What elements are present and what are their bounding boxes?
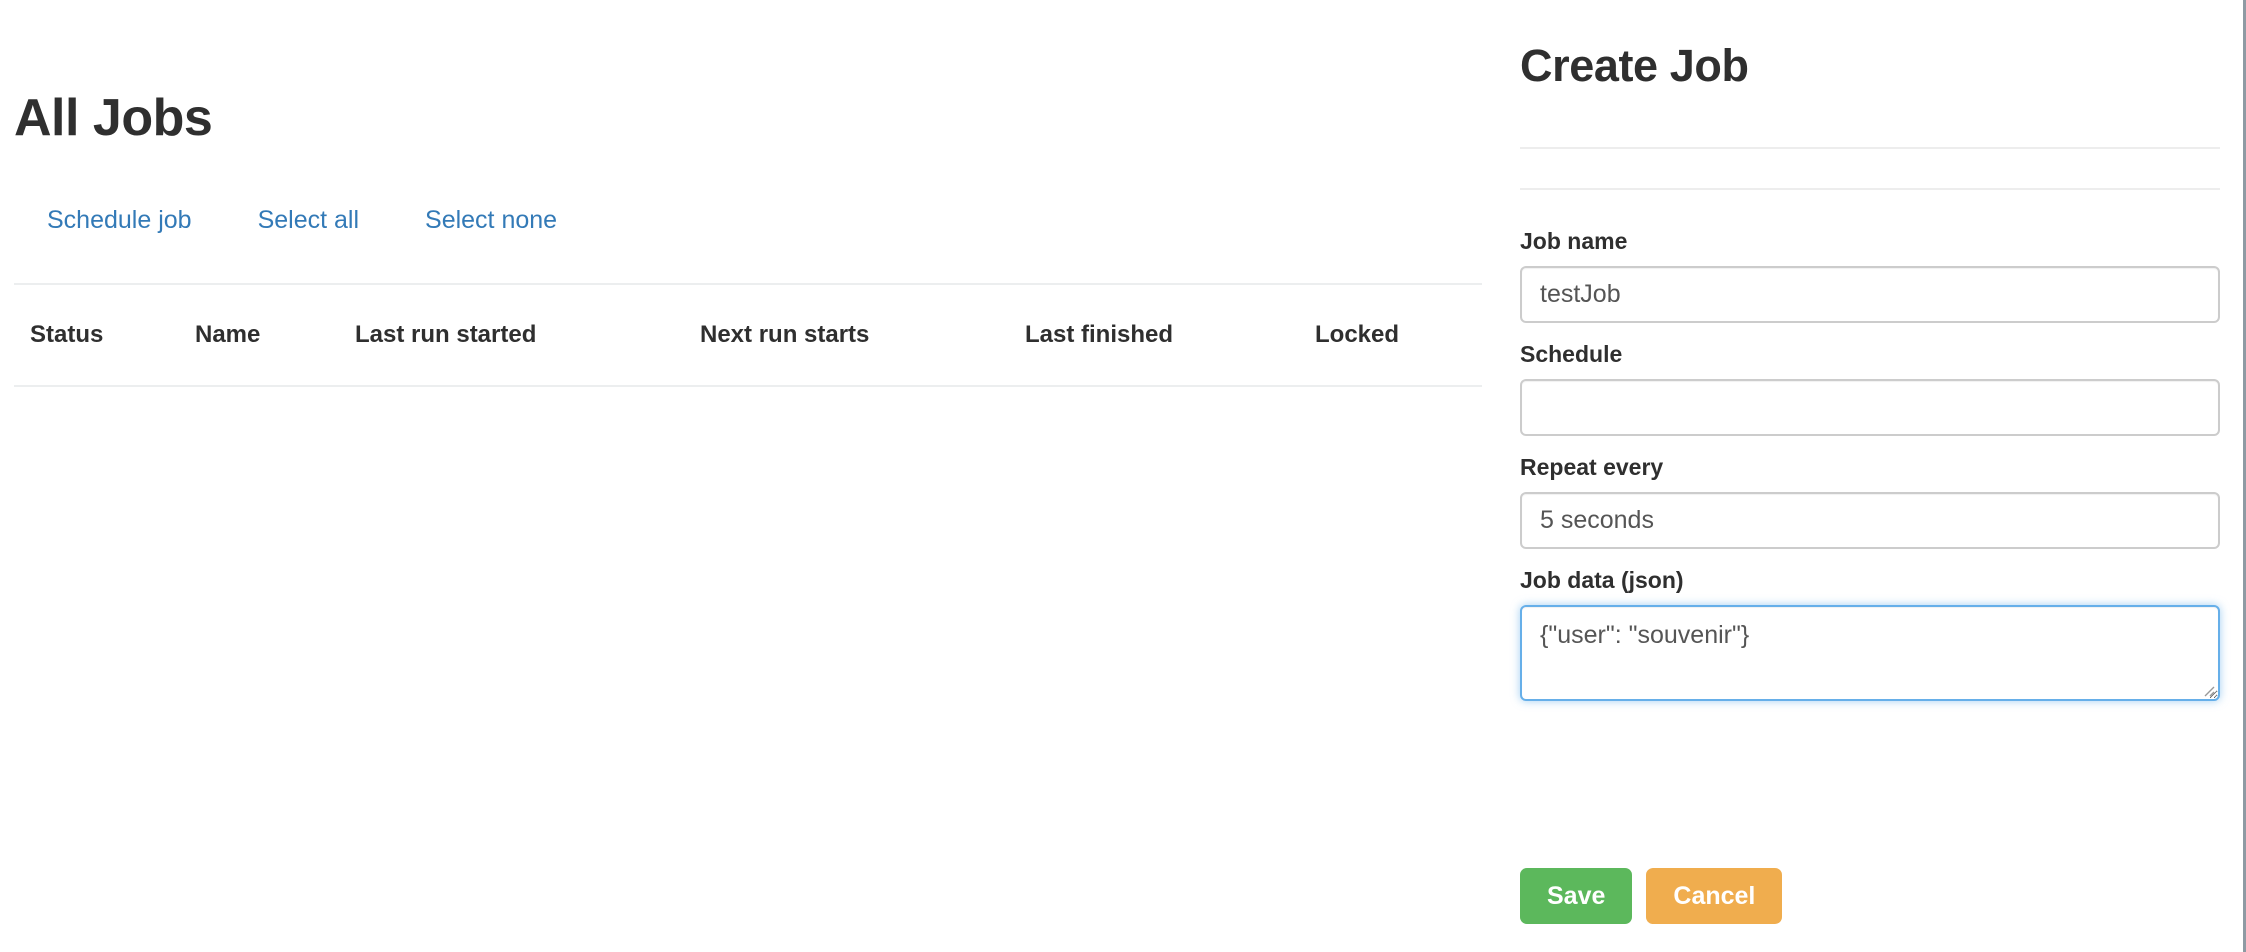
column-header-last-run-started[interactable]: Last run started: [355, 283, 700, 387]
select-none-link[interactable]: Select none: [392, 205, 590, 235]
repeat-every-input[interactable]: [1520, 492, 2220, 549]
create-job-panel: Create Job Job name Schedule Repeat ever…: [1493, 0, 2246, 952]
column-header-last-finished[interactable]: Last finished: [1025, 283, 1315, 387]
column-header-next-run-starts[interactable]: Next run starts: [700, 283, 1025, 387]
job-name-group: Job name: [1520, 228, 2222, 323]
schedule-label: Schedule: [1520, 341, 1623, 367]
all-jobs-panel: All Jobs Schedule job Select all Select …: [0, 0, 1493, 952]
jobs-table-head: Status Name Last run started Next run st…: [14, 283, 1482, 387]
divider-rule-bottom: [1520, 188, 2220, 190]
job-data-textarea[interactable]: {"user": "souvenir"}: [1520, 605, 2220, 701]
repeat-every-label: Repeat every: [1520, 454, 1664, 480]
schedule-job-link[interactable]: Schedule job: [14, 205, 225, 235]
column-header-locked[interactable]: Locked: [1315, 283, 1482, 387]
column-header-name[interactable]: Name: [195, 283, 355, 387]
form-button-row: Save Cancel: [1520, 868, 1783, 924]
job-data-group: Job data (json) {"user": "souvenir"}: [1520, 567, 2222, 701]
select-all-link[interactable]: Select all: [225, 205, 392, 235]
schedule-input[interactable]: [1520, 379, 2220, 436]
repeat-every-group: Repeat every: [1520, 454, 2222, 549]
create-job-form: Job name Schedule Repeat every Job data …: [1520, 228, 2222, 719]
app-root: All Jobs Schedule job Select all Select …: [0, 0, 2246, 952]
create-job-title: Create Job: [1520, 40, 1749, 91]
schedule-group: Schedule: [1520, 341, 2222, 436]
save-button[interactable]: Save: [1520, 868, 1633, 924]
job-name-label: Job name: [1520, 228, 1628, 254]
column-header-status[interactable]: Status: [14, 283, 195, 387]
page-title: All Jobs: [14, 89, 213, 147]
job-data-textarea-wrap: {"user": "souvenir"}: [1520, 605, 2220, 701]
jobs-actions-toolbar: Schedule job Select all Select none: [14, 205, 590, 235]
divider-rule-top: [1520, 147, 2220, 149]
cancel-button[interactable]: Cancel: [1646, 868, 1783, 924]
jobs-table: Status Name Last run started Next run st…: [14, 283, 1482, 387]
job-data-label: Job data (json): [1520, 567, 1684, 593]
job-name-input[interactable]: [1520, 266, 2220, 323]
jobs-table-header-row: Status Name Last run started Next run st…: [14, 283, 1482, 387]
